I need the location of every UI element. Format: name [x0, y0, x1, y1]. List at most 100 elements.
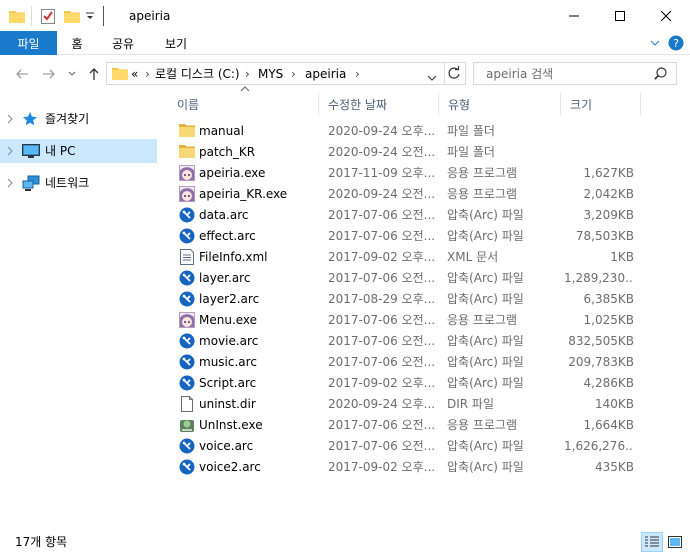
arc-icon	[179, 438, 195, 454]
arc-icon	[179, 291, 195, 307]
file-row[interactable]: uninst.dir 2020-09-24 오후... DIR 파일 140KB	[168, 394, 688, 415]
breadcrumb-mys[interactable]: MYS	[258, 66, 283, 82]
file-type: DIR 파일	[447, 397, 495, 411]
properties-icon[interactable]	[41, 7, 55, 25]
breadcrumb-separator[interactable]: ›	[145, 66, 150, 82]
breadcrumb-local-disk[interactable]: 로컬 디스크 (C:)	[155, 66, 240, 82]
search-box[interactable]: apeiria 검색	[473, 62, 677, 85]
file-name: layer2.arc	[199, 292, 260, 306]
breadcrumb-apeiria[interactable]: apeiria	[305, 66, 346, 82]
arc-icon	[179, 375, 195, 391]
recent-locations-button[interactable]	[64, 63, 80, 85]
file-row[interactable]: movie.arc 2017-07-06 오전... 압축(Arc) 파일 832,5…	[168, 331, 688, 352]
address-dropdown-icon[interactable]	[427, 70, 437, 84]
file-type: XML 문서	[447, 250, 499, 264]
arc-icon	[179, 270, 195, 286]
file-row[interactable]: FileInfo.xml 2017-09-02 오후... XML 문서 1KB	[168, 247, 688, 268]
arc-icon	[179, 459, 195, 475]
file-icon	[179, 396, 195, 412]
close-button[interactable]	[643, 0, 689, 31]
chevron-right-icon[interactable]	[6, 113, 14, 127]
column-header-type[interactable]: 유형	[439, 93, 561, 115]
tab-share[interactable]: 공유	[105, 31, 141, 55]
folder-icon	[112, 66, 128, 83]
file-size: 1,627KB	[583, 166, 634, 180]
back-button[interactable]	[12, 63, 32, 85]
file-type: 압축(Arc) 파일	[447, 229, 524, 243]
minimize-button[interactable]	[551, 0, 597, 31]
file-row[interactable]: manual 2020-09-24 오후... 파일 폴더	[168, 121, 688, 142]
separator	[444, 63, 445, 84]
chevron-right-icon[interactable]	[6, 145, 14, 159]
file-row[interactable]: Script.arc 2017-09-02 오후... 압축(Arc) 파일 4,28…	[168, 373, 688, 394]
file-row[interactable]: layer.arc 2017-07-06 오전... 압축(Arc) 파일 1,289…	[168, 268, 688, 289]
file-name: manual	[199, 124, 244, 138]
file-type: 압축(Arc) 파일	[447, 460, 524, 474]
star-icon	[22, 111, 38, 130]
window-title: apeiria	[129, 9, 171, 23]
breadcrumb-separator[interactable]: ›	[291, 66, 296, 82]
file-name: uninst.dir	[199, 397, 256, 411]
file-name: music.arc	[199, 355, 257, 369]
file-date: 2017-07-06 오전...	[328, 355, 436, 369]
file-date: 2017-07-06 오전...	[328, 271, 436, 285]
file-type: 압축(Arc) 파일	[447, 292, 524, 306]
breadcrumb-separator[interactable]: ›	[245, 66, 250, 82]
details-view-button[interactable]	[641, 532, 663, 552]
file-size: 78,503KB	[575, 229, 634, 243]
sidebar-item-this-pc[interactable]: 내 PC	[0, 139, 157, 163]
sort-ascending-icon	[240, 86, 250, 92]
file-list: manual 2020-09-24 오후... 파일 폴더 patch_KR 2020-…	[168, 121, 688, 478]
large-icons-view-icon	[668, 536, 682, 548]
breadcrumb-separator[interactable]: ›	[355, 66, 360, 82]
new-folder-icon[interactable]	[64, 7, 80, 25]
file-date: 2017-07-06 오전...	[328, 313, 436, 327]
sidebar-item-label: 네트워크	[45, 176, 90, 190]
file-row[interactable]: music.arc 2017-07-06 오전... 압축(Arc) 파일 209,7…	[168, 352, 688, 373]
up-button[interactable]	[84, 63, 104, 85]
customize-toolbar-icon[interactable]	[86, 7, 94, 25]
tab-file[interactable]: 파일	[0, 31, 57, 55]
search-input[interactable]: apeiria 검색	[486, 66, 553, 82]
breadcrumb-overflow[interactable]: «	[131, 66, 138, 82]
file-name: layer.arc	[199, 271, 251, 285]
file-row[interactable]: Menu.exe 2017-07-06 오전... 응용 프로그램 1,025KB	[168, 310, 688, 331]
file-name: movie.arc	[199, 334, 259, 348]
file-row[interactable]: data.arc 2017-07-06 오전... 압축(Arc) 파일 3,209K…	[168, 205, 688, 226]
file-date: 2017-07-06 오전...	[328, 229, 436, 243]
file-row[interactable]: voice2.arc 2017-09-02 오후... 압축(Arc) 파일 435K…	[168, 457, 688, 478]
tab-home[interactable]: 홈	[62, 31, 92, 55]
sidebar-item-quick-access[interactable]: 즐겨찾기	[0, 107, 157, 131]
uninstall-icon	[179, 417, 195, 433]
refresh-icon[interactable]	[447, 66, 461, 83]
folder-icon	[9, 7, 25, 25]
forward-button[interactable]	[39, 63, 59, 85]
folder-icon	[179, 123, 195, 139]
tab-view[interactable]: 보기	[156, 31, 196, 55]
file-size: 209,783KB	[568, 355, 634, 369]
status-bar: 17개 항목	[0, 528, 690, 555]
ribbon-tabs: 파일 홈 공유 보기 ?	[0, 31, 690, 55]
file-row[interactable]: effect.arc 2017-07-06 오전... 압축(Arc) 파일 78,5…	[168, 226, 688, 247]
column-header-size[interactable]: 크기	[561, 93, 641, 115]
search-icon[interactable]	[654, 67, 667, 83]
chevron-right-icon[interactable]	[6, 177, 14, 191]
column-header-date[interactable]: 수정한 날짜	[319, 93, 439, 115]
large-icons-view-button[interactable]	[664, 532, 686, 552]
details-view-icon	[645, 536, 659, 547]
file-row[interactable]: voice.arc 2017-07-06 오전... 압축(Arc) 파일 1,626…	[168, 436, 688, 457]
maximize-button[interactable]	[597, 0, 643, 31]
file-date: 2017-07-06 오전...	[328, 334, 436, 348]
file-row[interactable]: layer2.arc 2017-08-29 오후... 압축(Arc) 파일 6,38…	[168, 289, 688, 310]
file-row[interactable]: UnInst.exe 2017-07-06 오전... 응용 프로그램 1,664KB	[168, 415, 688, 436]
address-bar[interactable]: « › 로컬 디스크 (C:) › MYS › apeiria ›	[106, 62, 466, 85]
file-name: apeiria_KR.exe	[199, 187, 288, 201]
sidebar-item-label: 즐겨찾기	[45, 112, 90, 126]
column-header-name[interactable]: 이름	[168, 93, 319, 115]
file-row[interactable]: patch_KR 2020-09-24 오전... 파일 폴더	[168, 142, 688, 163]
sidebar-item-network[interactable]: 네트워크	[0, 171, 157, 195]
file-row[interactable]: apeiria.exe 2017-11-09 오후... 응용 프로그램 1,627K…	[168, 163, 688, 184]
expand-ribbon-button[interactable]	[646, 31, 664, 55]
help-button[interactable]: ?	[667, 31, 685, 55]
file-row[interactable]: apeiria_KR.exe 2020-09-24 오전... 응용 프로그램 2,0…	[168, 184, 688, 205]
